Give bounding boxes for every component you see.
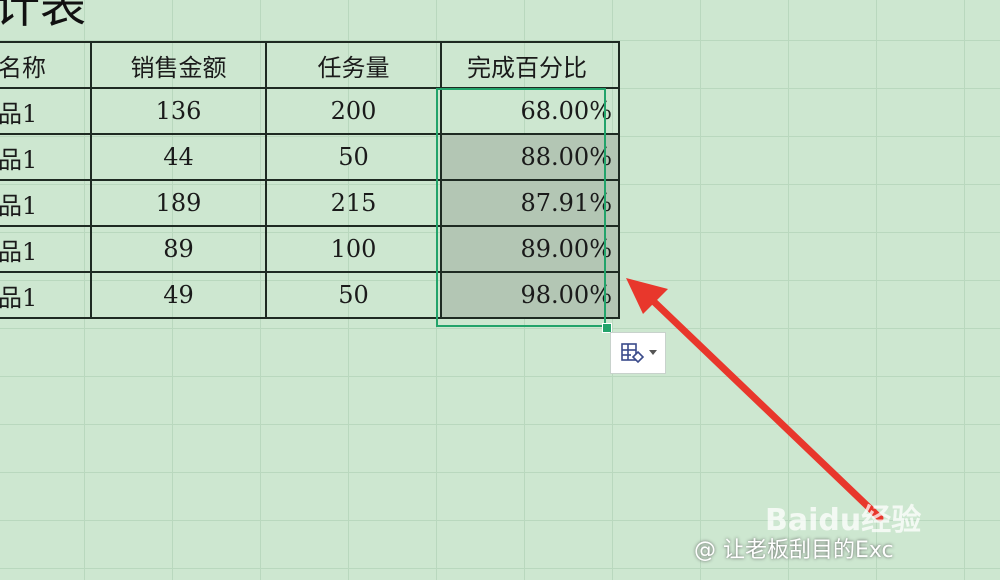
annotation-arrow [626, 278, 884, 522]
credit-text: @ 让老板刮目的Exc [694, 538, 894, 563]
